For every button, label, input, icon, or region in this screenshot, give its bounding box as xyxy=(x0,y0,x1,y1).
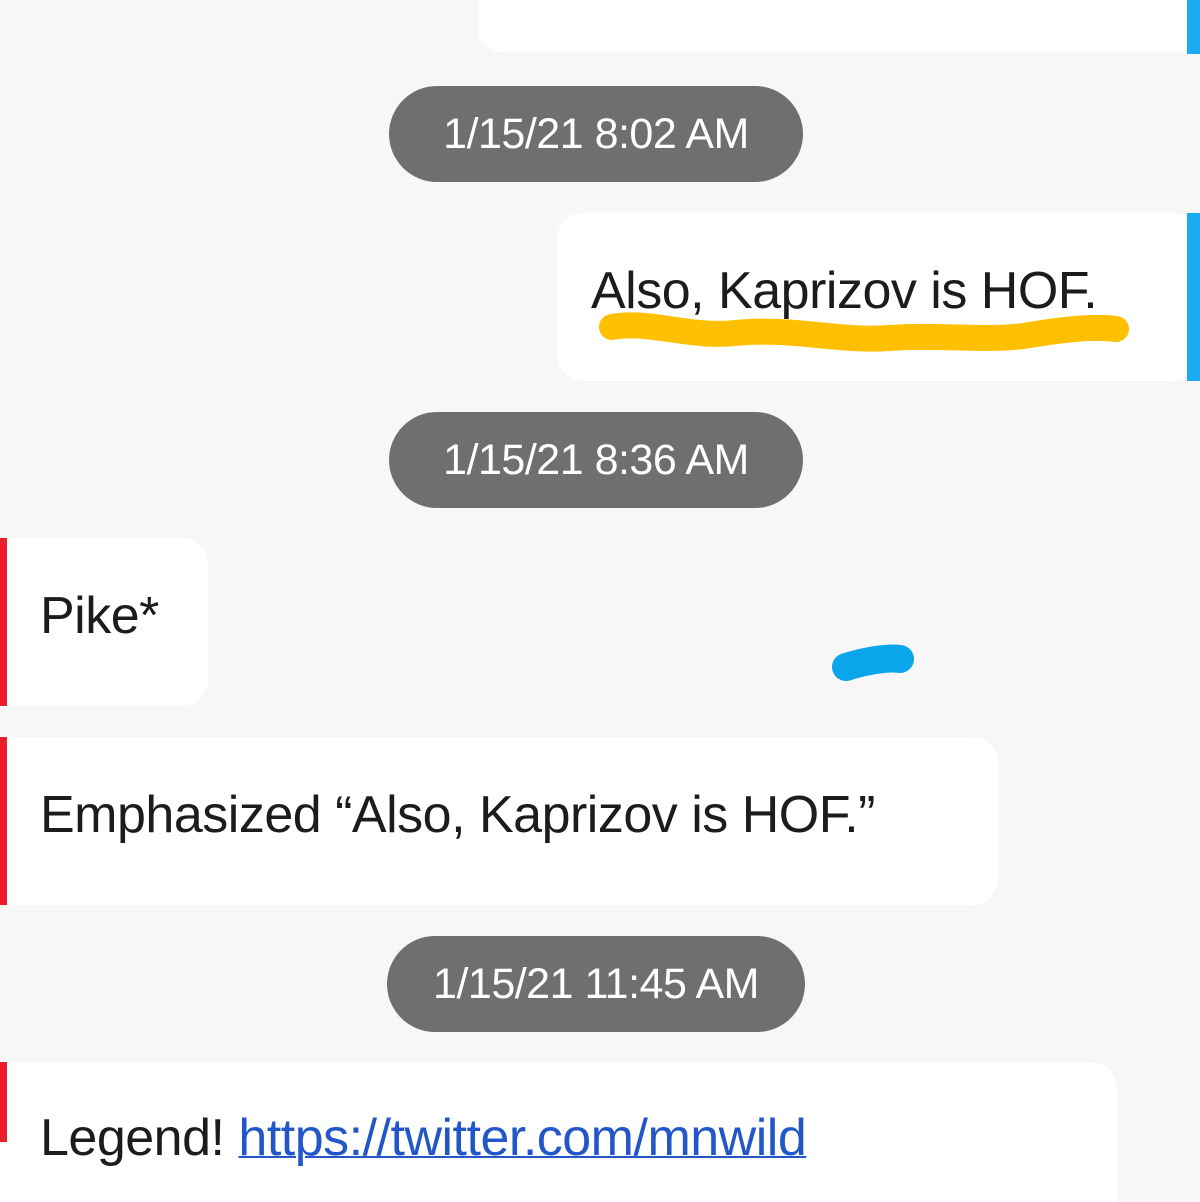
message-bubble-received[interactable]: Legend! https://twitter.com/mnwild xyxy=(0,1062,1117,1202)
timestamp-pill: 1/15/21 11:45 AM xyxy=(387,936,805,1032)
message-text: Emphasized “Also, Kaprizov is HOF.” xyxy=(40,786,876,844)
message-text: Also, Kaprizov is HOF. xyxy=(591,262,1098,320)
message-bubble-received[interactable]: Emphasized “Also, Kaprizov is HOF.” xyxy=(0,737,998,905)
sent-accent-bar xyxy=(1187,0,1200,54)
sent-accent-bar xyxy=(1187,213,1200,381)
message-text: Legend! https://twitter.com/mnwild xyxy=(40,1108,807,1168)
received-accent-bar xyxy=(0,737,7,905)
timestamp-pill: 1/15/21 8:36 AM xyxy=(389,412,803,508)
received-accent-bar xyxy=(0,1062,7,1142)
message-bubble-sent-partial[interactable] xyxy=(478,0,1200,52)
message-link[interactable]: https://twitter.com/mnwild xyxy=(238,1109,806,1167)
blue-marker-stroke xyxy=(832,644,914,681)
received-accent-bar xyxy=(0,538,7,706)
timestamp-pill: 1/15/21 8:02 AM xyxy=(389,86,803,182)
message-text: Pike* xyxy=(40,587,159,645)
message-bubble-sent[interactable]: Also, Kaprizov is HOF. xyxy=(557,213,1197,381)
message-text-prefix: Legend! xyxy=(40,1109,239,1167)
message-bubble-received[interactable]: Pike* xyxy=(0,538,208,706)
